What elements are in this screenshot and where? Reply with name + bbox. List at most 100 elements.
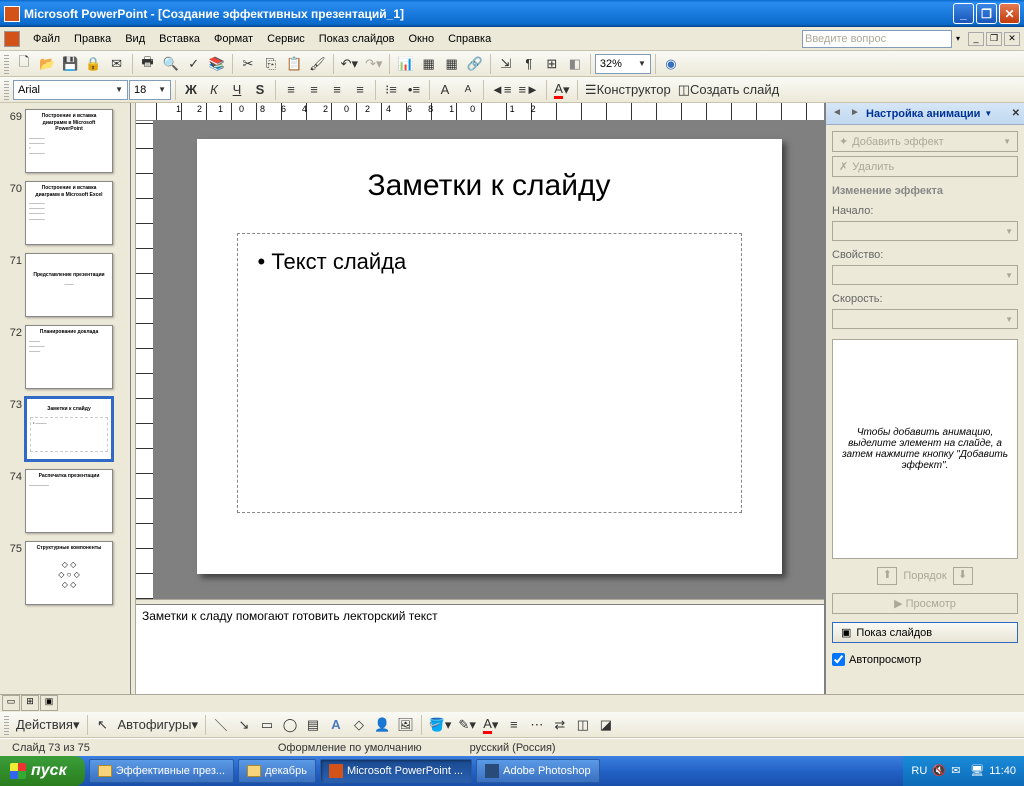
show-formatting-button[interactable]: ¶: [518, 53, 540, 75]
menu-tools[interactable]: Сервис: [260, 31, 312, 47]
insert-table-button[interactable]: ▦: [418, 53, 440, 75]
wordart-button[interactable]: A: [325, 714, 347, 736]
tray-icon-3[interactable]: 🖥: [970, 764, 984, 778]
delete-effect-button[interactable]: ✗ Удалить: [832, 156, 1018, 177]
textbox-button[interactable]: ▤: [302, 714, 324, 736]
thumbnail-74[interactable]: 74 Распечатка презентации–––––––––: [0, 465, 130, 537]
menu-help[interactable]: Справка: [441, 31, 498, 47]
task-forward-icon[interactable]: ►: [848, 107, 862, 121]
tray-lang-indicator[interactable]: RU: [911, 765, 927, 777]
close-button[interactable]: ✕: [999, 3, 1020, 24]
permission-button[interactable]: 🔒: [82, 53, 104, 75]
select-objects-button[interactable]: ↖: [92, 714, 114, 736]
line-button[interactable]: ＼: [210, 714, 232, 736]
decrease-font-button[interactable]: A: [457, 79, 479, 101]
menu-edit[interactable]: Правка: [67, 31, 118, 47]
vertical-ruler[interactable]: [136, 121, 154, 599]
slideshow-button[interactable]: ▣ Показ слайдов: [832, 622, 1018, 643]
research-button[interactable]: 📚: [206, 53, 228, 75]
cut-button[interactable]: ✂: [237, 53, 259, 75]
speed-combo[interactable]: ▼: [832, 309, 1018, 329]
start-button[interactable]: пуск: [0, 756, 85, 786]
redo-button[interactable]: ↷▾: [362, 53, 385, 75]
insert-chart-button[interactable]: 📊: [394, 53, 416, 75]
new-slide-button[interactable]: ◫ Создать слайд: [675, 79, 782, 101]
thumbnail-73[interactable]: 73 Заметки к слайду• –––––: [0, 393, 130, 465]
line-style-button[interactable]: ≡: [503, 714, 525, 736]
shadow-button[interactable]: S: [249, 79, 271, 101]
rectangle-button[interactable]: ▭: [256, 714, 278, 736]
slide-title[interactable]: Заметки к слайду: [237, 169, 742, 203]
preview-button[interactable]: ▶ Просмотр: [832, 593, 1018, 614]
align-left-button[interactable]: ≡: [280, 79, 302, 101]
diagram-button[interactable]: ◇: [348, 714, 370, 736]
menu-format[interactable]: Формат: [207, 31, 260, 47]
font-size-combo[interactable]: 18▼: [129, 80, 171, 100]
menu-window[interactable]: Окно: [402, 31, 442, 47]
spelling-button[interactable]: ✓: [183, 53, 205, 75]
sorter-view-button[interactable]: ⊞: [21, 695, 39, 711]
undo-button[interactable]: ↶▾: [338, 53, 361, 75]
menu-slideshow[interactable]: Показ слайдов: [312, 31, 402, 47]
task-menu-dropdown[interactable]: ▼: [984, 109, 992, 118]
insert-hyperlink-button[interactable]: 🔗: [464, 53, 486, 75]
property-combo[interactable]: ▼: [832, 265, 1018, 285]
mdi-minimize[interactable]: _: [968, 32, 984, 46]
new-button[interactable]: 🗋: [13, 53, 35, 75]
thumbnail-75[interactable]: 75 Структурные компоненты◇ ◇◇ ○ ◇◇ ◇: [0, 537, 130, 609]
document-icon[interactable]: [4, 31, 20, 47]
picture-button[interactable]: 🖼: [394, 714, 417, 736]
minimize-button[interactable]: _: [953, 3, 974, 24]
italic-button[interactable]: К: [203, 79, 225, 101]
zoom-combo[interactable]: 32%▼: [595, 54, 651, 74]
line-color-button[interactable]: ✎▾: [455, 714, 478, 736]
menu-file[interactable]: Файл: [26, 31, 67, 47]
current-slide[interactable]: Заметки к слайду Текст слайда: [197, 139, 782, 574]
mdi-close[interactable]: ✕: [1004, 32, 1020, 46]
slide-bullet-1[interactable]: Текст слайда: [258, 249, 721, 275]
taskbar-item-0[interactable]: Эффективные през...: [89, 759, 234, 783]
horizontal-ruler[interactable]: 121086420246810 12: [136, 103, 824, 121]
system-tray[interactable]: RU 🔇 ✉ 🖥 11:40: [903, 756, 1024, 786]
ask-question-box[interactable]: Введите вопрос: [802, 30, 952, 48]
menu-view[interactable]: Вид: [118, 31, 152, 47]
notes-pane[interactable]: Заметки к сладу помогают готовить лектор…: [136, 604, 824, 694]
taskbar-item-2[interactable]: Microsoft PowerPoint ...: [320, 759, 472, 783]
color-button[interactable]: ◧: [564, 53, 586, 75]
align-justify-button[interactable]: ≡: [349, 79, 371, 101]
move-up-button[interactable]: ⬆: [877, 567, 897, 585]
taskbar-item-1[interactable]: декабрь: [238, 759, 316, 783]
thumbnail-69[interactable]: 69 Построение и вставка диаграмм в Micro…: [0, 105, 130, 177]
increase-indent-button[interactable]: ≡►: [515, 79, 541, 101]
format-painter-button[interactable]: 🖌: [306, 53, 329, 75]
print-button[interactable]: 🖶: [137, 53, 159, 75]
help-button[interactable]: ◉: [660, 53, 682, 75]
tables-borders-button[interactable]: ▦: [441, 53, 463, 75]
print-preview-button[interactable]: 🔍: [160, 53, 182, 75]
tray-clock[interactable]: 11:40: [989, 765, 1016, 777]
tray-icon-1[interactable]: 🔇: [932, 764, 946, 778]
taskbar-item-3[interactable]: Adobe Photoshop: [476, 759, 599, 783]
autoshapes-button[interactable]: Автофигуры▾: [115, 714, 202, 736]
email-button[interactable]: ✉: [106, 53, 128, 75]
move-down-button[interactable]: ⬇: [953, 567, 973, 585]
menu-insert[interactable]: Вставка: [152, 31, 207, 47]
slide-canvas[interactable]: Заметки к слайду Текст слайда: [154, 121, 824, 599]
maximize-button[interactable]: ❐: [976, 3, 997, 24]
bullets-button[interactable]: •≡: [403, 79, 425, 101]
draw-actions-button[interactable]: Действия▾: [13, 714, 83, 736]
grid-button[interactable]: ⊞: [541, 53, 563, 75]
numbering-button[interactable]: ⁝≡: [380, 79, 402, 101]
font-color-button-draw[interactable]: A▾: [480, 714, 502, 736]
design-button[interactable]: ☰ Конструктор: [582, 79, 674, 101]
toolbar-grip[interactable]: [4, 715, 9, 735]
start-combo[interactable]: ▼: [832, 221, 1018, 241]
decrease-indent-button[interactable]: ◄≡: [488, 79, 514, 101]
font-combo[interactable]: Arial▼: [13, 80, 128, 100]
fill-color-button[interactable]: 🪣▾: [426, 714, 455, 736]
tray-icon-2[interactable]: ✉: [951, 764, 965, 778]
expand-all-button[interactable]: ⇲: [495, 53, 517, 75]
increase-font-button[interactable]: A: [434, 79, 456, 101]
bold-button[interactable]: Ж: [180, 79, 202, 101]
toolbar-grip[interactable]: [4, 80, 9, 100]
